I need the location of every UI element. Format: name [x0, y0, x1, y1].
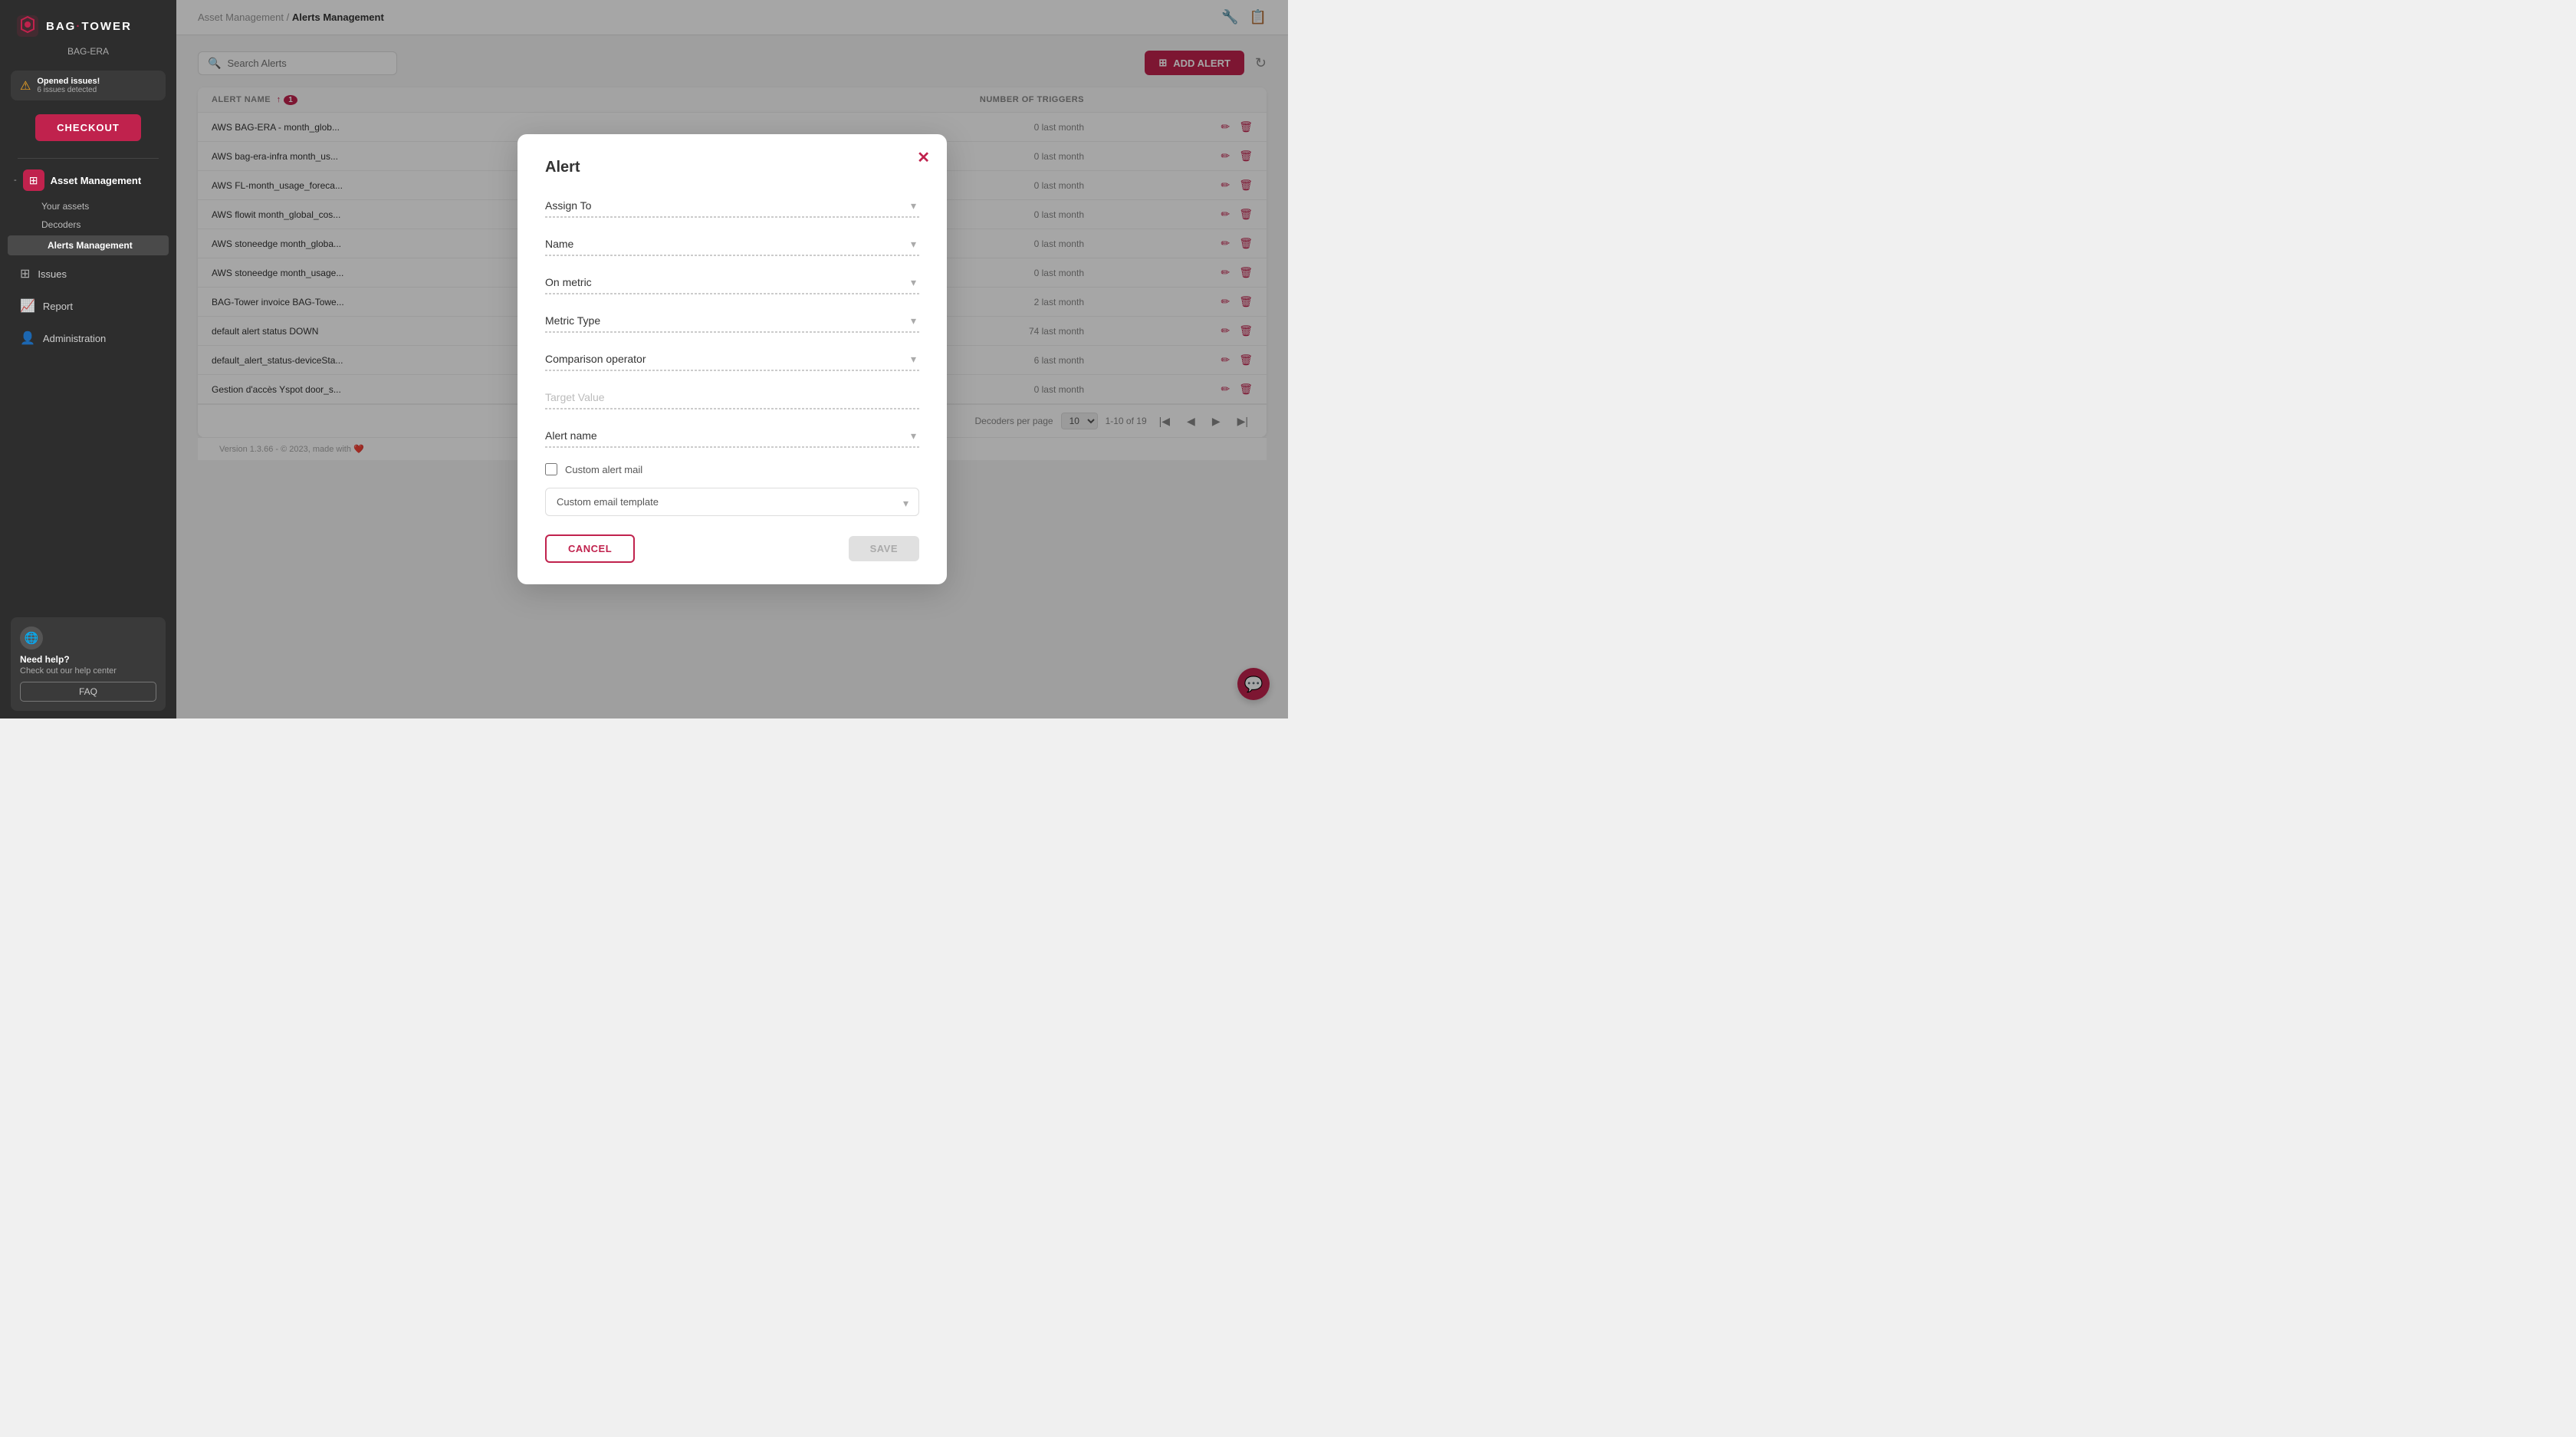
- metric-type-select[interactable]: Metric Type: [545, 310, 919, 332]
- modal-footer: CANCEL SAVE: [545, 534, 919, 563]
- logo: BAG·TOWER: [0, 0, 176, 46]
- comparison-operator-wrapper: Comparison operator: [545, 348, 919, 370]
- comparison-operator-select[interactable]: Comparison operator: [545, 348, 919, 370]
- report-label: Report: [43, 301, 73, 312]
- sidebar-nav: - ⊞ Asset Management Your assets Decoder…: [0, 163, 176, 610]
- logo-text: BAG·TOWER: [46, 20, 132, 33]
- target-value-field: [545, 386, 919, 409]
- custom-mail-row: Custom alert mail: [545, 463, 919, 475]
- sidebar-divider: [18, 158, 159, 159]
- alert-sub: 6 issues detected: [37, 86, 100, 94]
- on-metric-wrapper: On metric: [545, 271, 919, 294]
- alert-name-wrapper: Alert name: [545, 425, 919, 447]
- sidebar-item-alerts-management[interactable]: Alerts Management: [8, 235, 169, 255]
- collapse-icon[interactable]: -: [14, 176, 17, 185]
- sidebar-item-report[interactable]: 📈 Report: [6, 291, 170, 321]
- name-wrapper: Name: [545, 233, 919, 255]
- issues-icon: ⊞: [20, 266, 30, 281]
- sidebar-alert-box: ⚠ Opened issues! 6 issues detected: [11, 71, 166, 100]
- email-template-select[interactable]: Custom email template: [545, 488, 919, 516]
- sidebar-item-asset-management[interactable]: Asset Management: [51, 175, 141, 186]
- help-icon: 🌐: [20, 626, 43, 649]
- admin-icon: 👤: [20, 330, 35, 346]
- alert-modal: Alert ✕ Assign To Name: [518, 134, 947, 584]
- sidebar-item-decoders[interactable]: Decoders: [0, 215, 176, 234]
- checkout-button[interactable]: CHECKOUT: [35, 114, 141, 141]
- custom-mail-label[interactable]: Custom alert mail: [565, 464, 642, 475]
- sidebar-help-box: 🌐 Need help? Check out our help center F…: [11, 617, 166, 711]
- alert-title: Opened issues!: [37, 77, 100, 86]
- admin-label: Administration: [43, 333, 106, 344]
- assign-to-wrapper: Assign To: [545, 195, 919, 217]
- modal-close-button[interactable]: ✕: [917, 148, 930, 167]
- target-value-input[interactable]: [545, 386, 919, 409]
- name-field: Name: [545, 233, 919, 256]
- modal-title: Alert: [545, 159, 919, 176]
- alert-name-select[interactable]: Alert name: [545, 425, 919, 447]
- email-template-wrapper: Custom email template: [545, 488, 919, 516]
- report-icon: 📈: [20, 298, 35, 314]
- main-content: Asset Management / Alerts Management 🔧 📋…: [176, 0, 1288, 718]
- custom-mail-checkbox[interactable]: [545, 463, 557, 475]
- era-label: BAG-ERA: [0, 46, 176, 64]
- faq-button[interactable]: FAQ: [20, 682, 156, 702]
- on-metric-field: On metric: [545, 271, 919, 294]
- comparison-operator-field: Comparison operator: [545, 348, 919, 371]
- save-button[interactable]: SAVE: [849, 536, 919, 561]
- assign-to-field: Assign To: [545, 195, 919, 218]
- sidebar-item-your-assets[interactable]: Your assets: [0, 197, 176, 215]
- modal-overlay: Alert ✕ Assign To Name: [176, 0, 1288, 718]
- asset-management-icon: ⊞: [23, 169, 44, 191]
- metric-type-field: Metric Type: [545, 310, 919, 333]
- on-metric-select[interactable]: On metric: [545, 271, 919, 294]
- assign-to-select[interactable]: Assign To: [545, 195, 919, 217]
- help-title: Need help?: [20, 654, 156, 665]
- alert-icon: ⚠: [20, 78, 31, 94]
- issues-label: Issues: [38, 268, 67, 280]
- name-select[interactable]: Name: [545, 233, 919, 255]
- sidebar-item-issues[interactable]: ⊞ Issues: [6, 258, 170, 289]
- logo-icon: [15, 14, 40, 38]
- help-sub: Check out our help center: [20, 666, 156, 676]
- metric-type-wrapper: Metric Type: [545, 310, 919, 332]
- alert-name-field: Alert name: [545, 425, 919, 448]
- sidebar: BAG·TOWER BAG-ERA ⚠ Opened issues! 6 iss…: [0, 0, 176, 718]
- cancel-button[interactable]: CANCEL: [545, 534, 635, 563]
- sidebar-item-administration[interactable]: 👤 Administration: [6, 323, 170, 353]
